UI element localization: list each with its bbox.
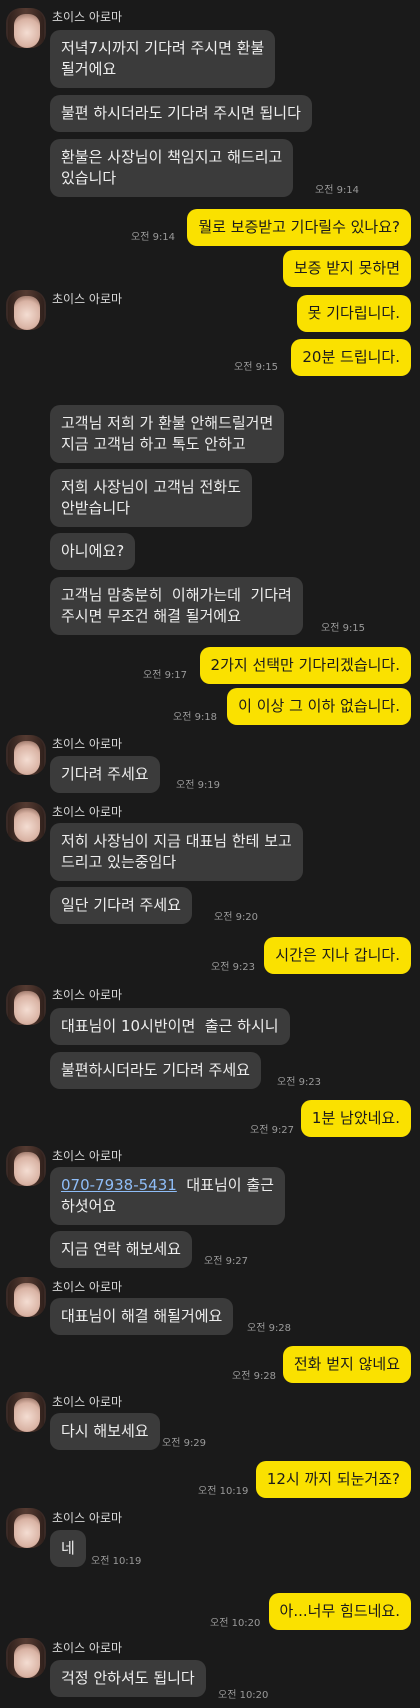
message-timestamp: 오전 9:27 [250,1125,295,1136]
message-timestamp: 오전 9:28 [232,1371,277,1382]
message-bubble[interactable]: 일단 기다려 주세요 [50,887,192,924]
avatar-face [14,1152,40,1186]
message-bubble[interactable]: 네 [50,1530,86,1567]
message-bubble[interactable]: 저히 사장님이 지금 대표님 한테 보고 드리고 있는중임다 [50,823,303,881]
avatar-face [14,1514,40,1548]
avatar[interactable] [6,1146,46,1186]
message-timestamp: 오전 9:28 [247,1323,292,1334]
avatar-face [14,808,40,842]
sender-name: 초이스 아로마 [52,737,123,751]
avatar[interactable] [6,985,46,1025]
message-bubble[interactable]: 아...너무 힘드네요. [268,1593,411,1630]
phone-link[interactable]: 070-7938-5431 [61,1176,177,1194]
message-bubble[interactable]: 고객님 맘충분히 이해가는데 기다려 주시면 무조건 해결 될거에요 [50,577,303,635]
message-bubble[interactable]: 다시 해보세요 [50,1413,160,1450]
message-timestamp: 오전 9:14 [315,185,360,196]
message-bubble[interactable]: 아니에요? [50,533,136,570]
message-bubble[interactable]: 대표님이 해결 해될거에요 [50,1298,234,1335]
message-timestamp: 오전 10:20 [218,1690,269,1701]
message-bubble[interactable]: 고객님 저희 가 환불 안해드릴거면 지금 고객님 하고 톡도 안하고 [50,405,285,463]
message-bubble[interactable]: 못 기다립니다. [296,295,411,332]
message-timestamp: 오전 9:19 [176,780,221,791]
sender-name: 초이스 아로마 [52,1149,123,1163]
message-text: 하셧어요 [61,1197,117,1215]
message-bubble[interactable]: 저희 사장님이 고객님 전화도 안받습니다 [50,469,252,527]
message-bubble[interactable]: 전화 벋지 않네요 [282,1346,411,1383]
avatar[interactable] [6,1638,46,1678]
message-bubble[interactable]: 불편 하시더라도 기다려 주시면 됩니다 [50,95,312,132]
message-timestamp: 오전 9:20 [214,912,259,923]
avatar-face [14,991,40,1025]
message-timestamp: 오전 10:19 [198,1486,249,1497]
message-bubble[interactable]: 070-7938-5431 대표님이 출근 하셧어요 [50,1167,285,1225]
message-bubble[interactable]: 뭘로 보증받고 기다릴수 있나요? [187,209,411,246]
avatar[interactable] [6,8,46,48]
sender-name: 초이스 아로마 [52,1280,123,1294]
message-timestamp: 오전 10:19 [91,1556,142,1567]
chat-thread: 초이스 아로마 저녁7시까지 기다려 주시면 환불 될거에요 불편 하시더라도 … [0,0,420,1708]
avatar-face [14,1398,40,1432]
sender-name: 초이스 아로마 [52,292,123,306]
message-bubble[interactable]: 저녁7시까지 기다려 주시면 환불 될거에요 [50,30,276,88]
message-timestamp: 오전 10:20 [210,1618,261,1629]
message-bubble[interactable]: 불편하시더라도 기다려 주세요 [50,1052,261,1089]
message-bubble[interactable]: 보증 받지 못하면 [282,250,411,287]
avatar[interactable] [6,1392,46,1432]
message-bubble[interactable]: 시간은 지나 갑니다. [264,937,411,974]
sender-name: 초이스 아로마 [52,988,123,1002]
message-timestamp: 오전 9:18 [173,712,218,723]
message-timestamp: 오전 9:15 [321,623,366,634]
message-timestamp: 오전 9:27 [204,1256,249,1267]
sender-name: 초이스 아로마 [52,1641,123,1655]
sender-name: 초이스 아로마 [52,10,123,24]
message-bubble[interactable]: 12시 까지 되눈거죠? [255,1461,411,1498]
message-timestamp: 오전 9:15 [234,362,279,373]
message-bubble[interactable]: 1분 남았네요. [300,1100,411,1137]
message-bubble[interactable]: 기다려 주세요 [50,756,160,793]
message-bubble[interactable]: 이 이상 그 이하 없습니다. [227,688,411,725]
message-timestamp: 오전 9:17 [143,670,188,681]
sender-name: 초이스 아로마 [52,1395,123,1409]
message-bubble[interactable]: 대표님이 10시반이면 출근 하시니 [50,1008,290,1045]
message-timestamp: 오전 9:14 [131,232,176,243]
avatar[interactable] [6,290,46,330]
avatar-face [14,296,40,330]
message-bubble[interactable]: 걱정 안하셔도 됩니다 [50,1660,206,1697]
sender-name: 초이스 아로마 [52,805,123,819]
message-bubble[interactable]: 지금 연락 해보세요 [50,1231,192,1268]
message-bubble[interactable]: 2가지 선택만 기다리겠습니다. [199,647,411,684]
avatar-face [14,1283,40,1317]
avatar[interactable] [6,802,46,842]
message-timestamp: 오전 9:23 [277,1077,322,1088]
message-timestamp: 오전 9:29 [162,1438,207,1449]
avatar-face [14,1644,40,1678]
message-bubble[interactable]: 20분 드립니다. [291,339,411,376]
avatar[interactable] [6,735,46,775]
avatar[interactable] [6,1277,46,1317]
avatar-face [14,14,40,48]
message-text: 대표님이 출근 [176,1176,274,1194]
message-timestamp: 오전 9:23 [211,962,256,973]
avatar-face [14,741,40,775]
avatar[interactable] [6,1508,46,1548]
sender-name: 초이스 아로마 [52,1511,123,1525]
message-bubble[interactable]: 환불은 사장님이 책임지고 해드리고 있습니다 [50,139,294,197]
